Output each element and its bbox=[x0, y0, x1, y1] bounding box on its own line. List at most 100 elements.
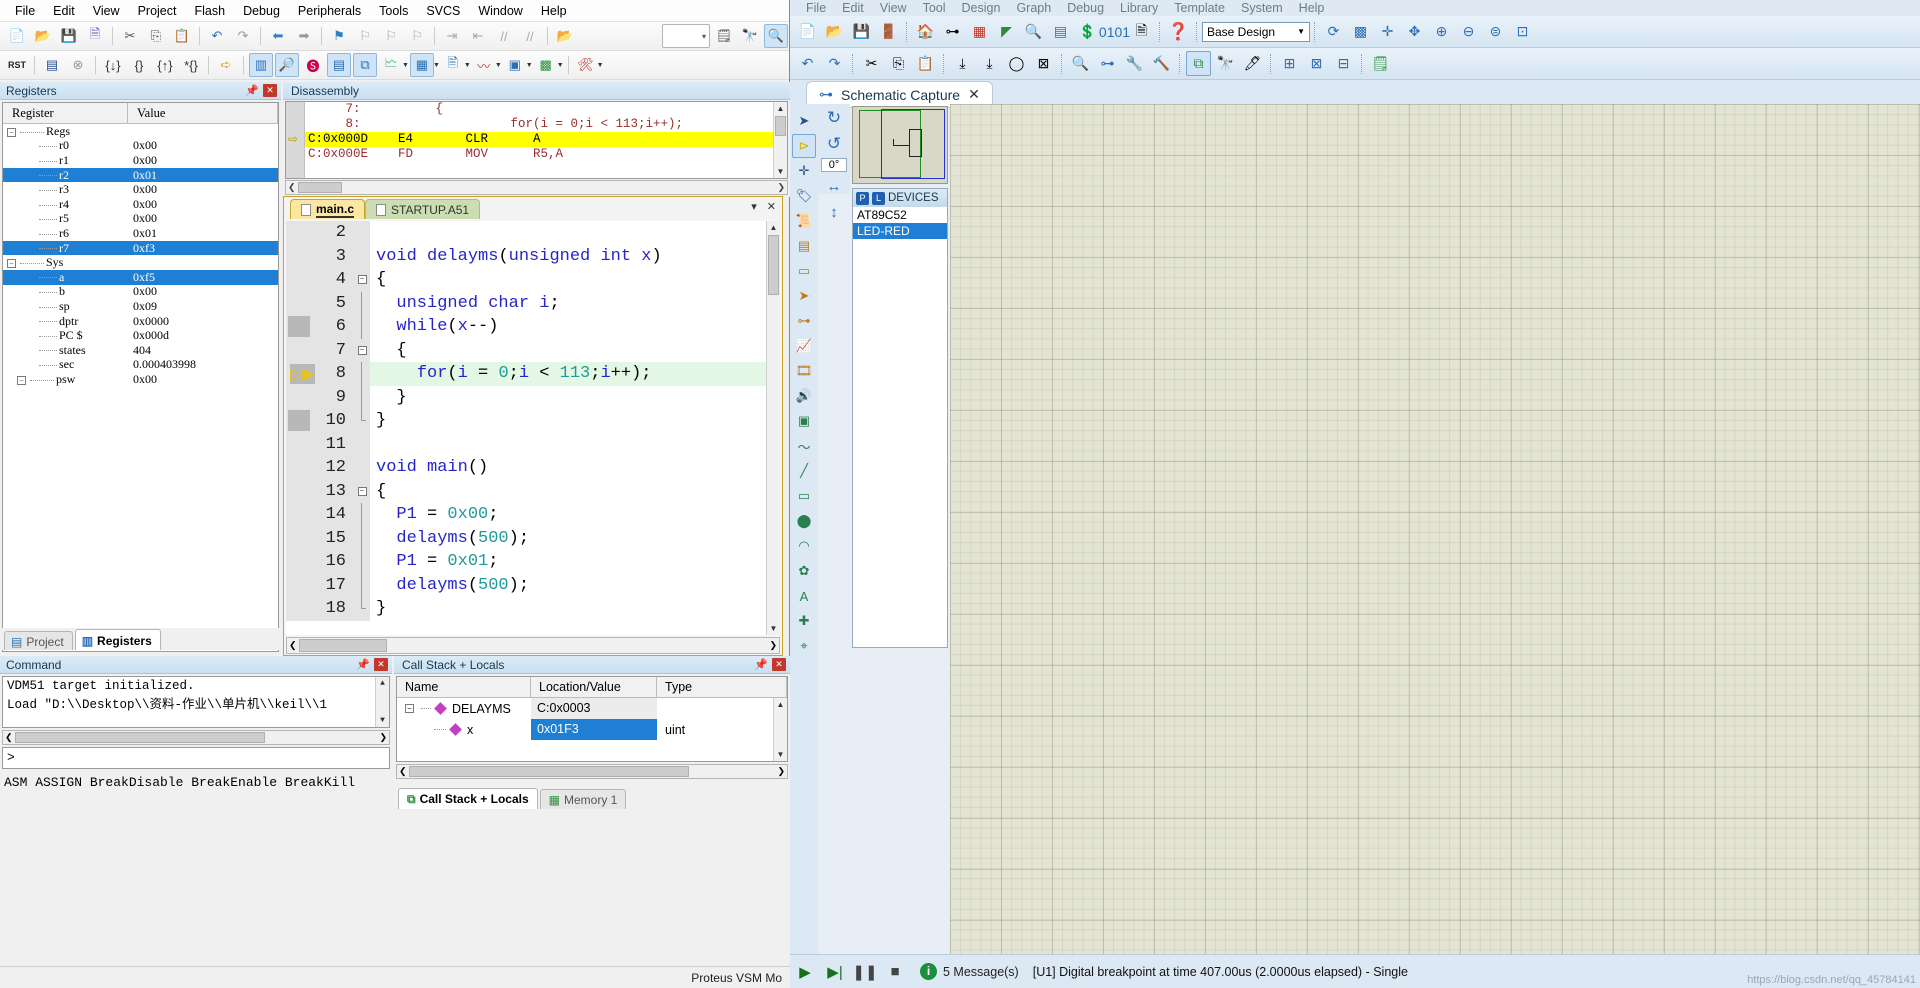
device-list-item[interactable]: LED-RED bbox=[853, 223, 947, 239]
code-line-marker[interactable]: ▷▶ bbox=[286, 362, 315, 386]
pick-device-icon[interactable]: 🔍 bbox=[1068, 51, 1093, 76]
stop-icon[interactable]: ⊗ bbox=[66, 53, 90, 77]
device-list-item[interactable]: AT89C52 bbox=[853, 207, 947, 223]
circle-icon[interactable]: ⬤ bbox=[792, 509, 816, 533]
code-line[interactable]: 18} bbox=[286, 597, 780, 621]
proteus-menu-item-view[interactable]: View bbox=[872, 1, 915, 15]
register-row[interactable]: sec 0.000403998 bbox=[3, 357, 278, 373]
code-line[interactable]: 15 delayms(500); bbox=[286, 526, 780, 550]
terminal-icon[interactable]: ➤ bbox=[792, 284, 816, 308]
insert-bookmark-icon[interactable]: 🗒 bbox=[712, 24, 736, 48]
code-fold-marker[interactable] bbox=[354, 362, 370, 386]
register-row[interactable]: r5 0x00 bbox=[3, 211, 278, 227]
symbol-icon[interactable]: ✚ bbox=[792, 609, 816, 633]
paste-icon[interactable]: 📋 bbox=[170, 24, 194, 48]
scroll-thumb[interactable] bbox=[768, 235, 779, 295]
proteus-menu-item-tool[interactable]: Tool bbox=[915, 1, 954, 15]
scroll-up-icon[interactable]: ▲ bbox=[376, 677, 389, 690]
mirror-vertical-icon[interactable]: ↕ bbox=[822, 200, 846, 224]
step-over-icon[interactable]: {} bbox=[127, 53, 151, 77]
new-file-icon[interactable]: 📄 bbox=[5, 24, 29, 48]
proteus-menu-item-library[interactable]: Library bbox=[1112, 1, 1166, 15]
code-fold-marker[interactable] bbox=[354, 385, 370, 409]
reset-icon[interactable]: RST bbox=[5, 53, 29, 77]
import-export-icon[interactable]: 🚪 bbox=[876, 19, 901, 44]
undo-icon[interactable]: ↶ bbox=[205, 24, 229, 48]
stop-icon[interactable]: ■ bbox=[880, 959, 910, 985]
text-icon[interactable]: A bbox=[792, 584, 816, 608]
scroll-thumb[interactable] bbox=[14, 732, 265, 743]
run-to-cursor-icon[interactable]: *{} bbox=[179, 53, 203, 77]
code-fold-marker[interactable] bbox=[354, 526, 370, 550]
code-line[interactable]: 6 while(x--) bbox=[286, 315, 780, 339]
scroll-left-icon[interactable]: ❮ bbox=[5, 732, 13, 743]
code-line[interactable]: 2 bbox=[286, 221, 780, 245]
callstack-row-location-cell[interactable]: 0x01F3 bbox=[531, 719, 657, 740]
comment-icon[interactable]: // bbox=[492, 24, 516, 48]
registers-window-icon[interactable]: ▤ bbox=[327, 53, 351, 77]
command-window-icon[interactable]: ▥ bbox=[249, 53, 273, 77]
code-line[interactable]: 16 P1 = 0x01; bbox=[286, 550, 780, 574]
component-icon[interactable]: ⊳ bbox=[792, 134, 816, 158]
3d-view-icon[interactable]: ◤ bbox=[994, 19, 1019, 44]
code-line[interactable]: 17 delayms(500); bbox=[286, 573, 780, 597]
toolbox-icon[interactable]: 🛠 bbox=[574, 53, 598, 77]
disassembly-line[interactable]: ⇨ C:0x000D E4 CLR A bbox=[286, 132, 787, 147]
chevron-down-icon[interactable]: ▼ bbox=[495, 62, 502, 69]
tape-icon[interactable]: 🎞 bbox=[792, 359, 816, 383]
zoom-out-icon[interactable]: ⊖ bbox=[1456, 19, 1481, 44]
schematic-icon[interactable]: ⊶ bbox=[940, 19, 965, 44]
code-line-marker[interactable] bbox=[286, 526, 314, 550]
pane-tab-memory-1[interactable]: ▦ Memory 1 bbox=[539, 789, 627, 809]
redo-icon[interactable]: ↷ bbox=[822, 51, 847, 76]
code-fold-marker[interactable] bbox=[354, 315, 370, 339]
undo-icon[interactable]: ↶ bbox=[795, 51, 820, 76]
code-fold-marker[interactable] bbox=[354, 573, 370, 597]
command-output[interactable]: VDM51 target initialized. Load "D:\\Desk… bbox=[2, 676, 390, 728]
chevron-down-icon[interactable]: ▼ bbox=[402, 62, 409, 69]
code-line-marker[interactable] bbox=[286, 244, 314, 268]
callstack-vscrollbar[interactable]: ▲ ▼ bbox=[773, 698, 787, 761]
code-editor-area[interactable]: 2 3 void delayms(unsigned int x) 4−{5 unsig… bbox=[286, 221, 780, 635]
bookmark-prev-icon[interactable]: ⚐ bbox=[353, 24, 377, 48]
home-icon[interactable]: 🏠 bbox=[913, 19, 938, 44]
analysis-window-icon[interactable]: 〰 bbox=[472, 53, 496, 77]
origin-icon[interactable]: ✛ bbox=[1375, 19, 1400, 44]
pause-icon[interactable]: ❚❚ bbox=[850, 959, 880, 985]
block-copy-icon[interactable]: ⤓ bbox=[950, 51, 975, 76]
proteus-menu-item-graph[interactable]: Graph bbox=[1008, 1, 1059, 15]
menu-item-edit[interactable]: Edit bbox=[44, 2, 84, 20]
report-icon[interactable]: 🗎 bbox=[1129, 19, 1154, 44]
code-line-marker[interactable] bbox=[286, 432, 314, 456]
register-row[interactable]: PC $ 0x000d bbox=[3, 328, 278, 343]
design-template-select[interactable]: Base Design ▼ bbox=[1202, 21, 1310, 42]
editor-hscrollbar[interactable]: ❮ ❯ bbox=[286, 637, 780, 654]
virtual-instrument-icon[interactable]: 〜 bbox=[792, 434, 816, 458]
code-line[interactable]: 5 unsigned char i; bbox=[286, 291, 780, 315]
block-rotate-icon[interactable]: ◯ bbox=[1004, 51, 1029, 76]
code-fold-marker[interactable] bbox=[354, 503, 370, 527]
code-line-marker[interactable] bbox=[286, 456, 314, 480]
pane-tab-registers[interactable]: ▥ Registers bbox=[74, 629, 161, 650]
chevron-down-icon[interactable]: ▾ bbox=[751, 200, 757, 213]
code-line-marker[interactable] bbox=[286, 291, 314, 315]
save-all-icon[interactable]: 🗎 bbox=[83, 24, 107, 48]
generator-icon[interactable]: 🔊 bbox=[792, 384, 816, 408]
redo-icon[interactable]: ↷ bbox=[231, 24, 255, 48]
disassembly-line[interactable]: 7: { bbox=[286, 102, 787, 117]
code-fold-marker[interactable] bbox=[354, 597, 370, 621]
graph-icon[interactable]: 📈 bbox=[792, 334, 816, 358]
scroll-down-icon[interactable]: ▼ bbox=[774, 748, 787, 761]
register-row[interactable]: − Sys bbox=[3, 255, 278, 270]
forward-icon[interactable]: ➡ bbox=[292, 24, 316, 48]
remove-sheet-icon[interactable]: ⊠ bbox=[1304, 51, 1329, 76]
code-fold-marker[interactable] bbox=[354, 291, 370, 315]
menu-item-view[interactable]: View bbox=[84, 2, 129, 20]
open-folder-icon[interactable]: 📂 bbox=[31, 24, 55, 48]
zoom-all-icon[interactable]: ⊜ bbox=[1483, 19, 1508, 44]
close-icon[interactable]: ✕ bbox=[772, 658, 786, 671]
make-device-icon[interactable]: ⊶ bbox=[1095, 51, 1120, 76]
callstack-hscrollbar[interactable]: ❮ ❯ bbox=[396, 764, 788, 779]
path-icon[interactable]: ✿ bbox=[792, 559, 816, 583]
callstack-row[interactable]: − DELAYMS C:0x0003 bbox=[397, 698, 787, 719]
